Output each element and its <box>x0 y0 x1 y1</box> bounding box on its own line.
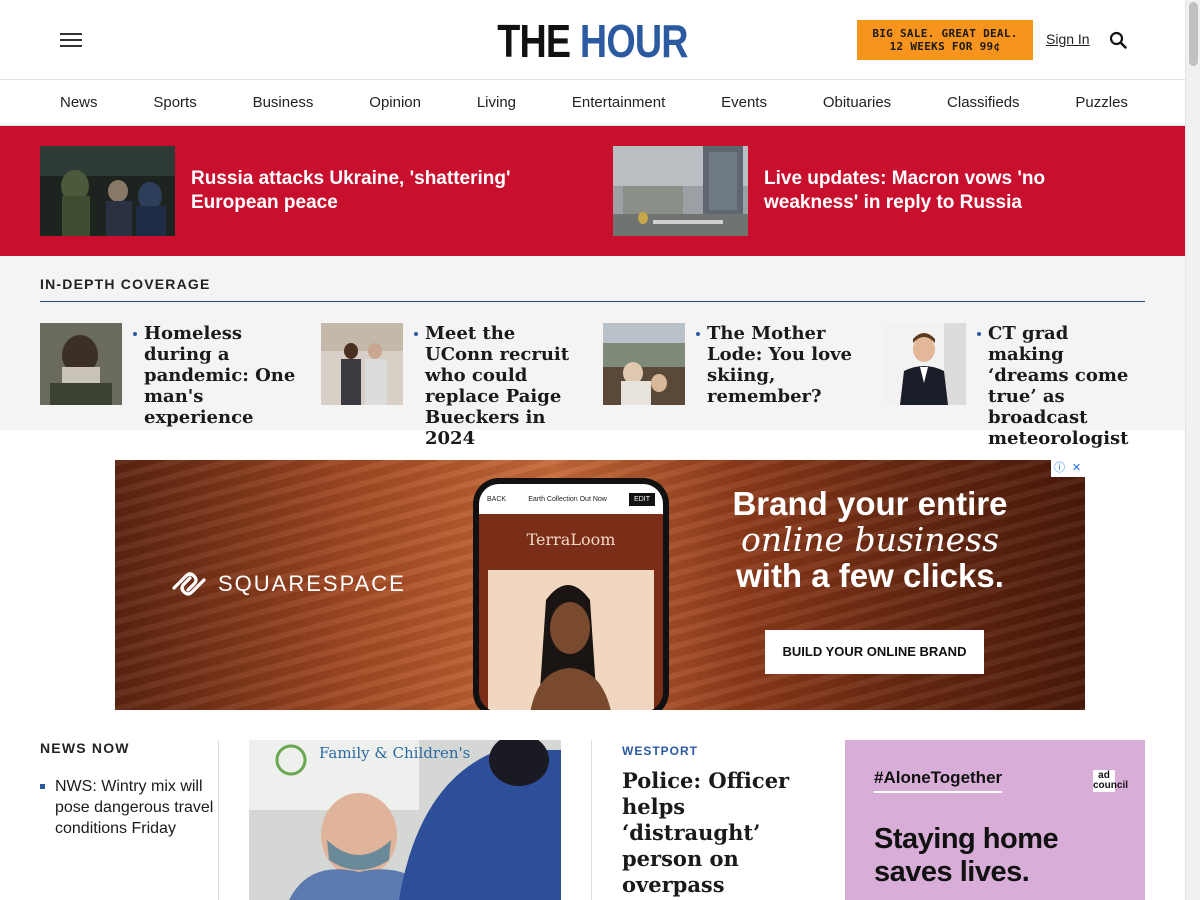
story-title[interactable]: Police: Officer helps ‘distraught’ perso… <box>622 768 822 898</box>
ad-cta-button[interactable]: BUILD YOUR ONLINE BRAND <box>765 630 984 674</box>
search-icon[interactable] <box>1109 31 1127 49</box>
breaking-story[interactable]: Live updates: Macron vows 'no weakness' … <box>613 146 1144 236</box>
lead-story-image[interactable]: Family & Children's <box>249 740 561 900</box>
phone-model-photo <box>488 570 654 710</box>
ad-headline: Brand your entire online business with a… <box>715 486 1025 594</box>
ad-choices[interactable]: ⓘ ✕ <box>1051 460 1085 477</box>
ad-brand-name: SQUARESPACE <box>218 571 406 596</box>
phone-site-name: TerraLoom <box>526 530 616 549</box>
nav-item-entertainment[interactable]: Entertainment <box>572 94 665 111</box>
sign-text: Family & Children's <box>319 744 470 762</box>
page: THE HOUR BIG SALE. GREAT DEAL. 12 WEEKS … <box>0 0 1185 900</box>
site-header: THE HOUR BIG SALE. GREAT DEAL. 12 WEEKS … <box>0 0 1185 80</box>
story-image <box>884 323 966 405</box>
ad-brand: SQUARESPACE <box>170 570 406 598</box>
nav-item-opinion[interactable]: Opinion <box>369 94 421 111</box>
ad-headline-line-2: online business <box>740 520 1000 559</box>
feature-story[interactable]: WESTPORT Police: Officer helps ‘distraug… <box>622 744 822 898</box>
column-divider <box>218 740 219 900</box>
nav-item-business[interactable]: Business <box>253 94 314 111</box>
nav-item-sports[interactable]: Sports <box>153 94 196 111</box>
nav-item-classifieds[interactable]: Classifieds <box>947 94 1020 111</box>
story-image <box>603 323 685 405</box>
ad-headline-line-1: Brand your entire <box>732 485 1008 522</box>
news-now-column: NEWS NOW NWS: Wintry mix will pose dange… <box>40 740 218 839</box>
ad-phone-mockup: BACK Earth Collection Out Now EDIT Terra… <box>473 478 669 710</box>
story-title: Meet the UConn recruit who could replace… <box>414 323 579 449</box>
story-image <box>321 323 403 405</box>
psa-hashtag: #AloneTogether <box>874 768 1003 793</box>
ad-headline-line-3: with a few clicks. <box>736 557 1004 594</box>
ad-council-psa[interactable]: #AloneTogether ad council Staying home s… <box>845 740 1145 900</box>
story-title: Homeless during a pandemic: One man's ex… <box>133 323 298 428</box>
section-divider <box>40 301 1145 302</box>
breaking-story-image <box>613 146 748 236</box>
ad-info-icon[interactable]: ⓘ <box>1051 460 1068 477</box>
breaking-story-title: Live updates: Macron vows 'no weakness' … <box>764 168 1046 213</box>
story-image <box>40 323 122 405</box>
breaking-news-band: Russia attacks Ukraine, 'shattering' Eur… <box>0 126 1185 256</box>
squarespace-ad[interactable]: SQUARESPACE BACK Earth Collection Out No… <box>115 460 1085 710</box>
breaking-story[interactable]: Russia attacks Ukraine, 'shattering' Eur… <box>40 146 571 236</box>
nav-item-living[interactable]: Living <box>477 94 516 111</box>
in-depth-story[interactable]: Meet the UConn recruit who could replace… <box>321 323 579 449</box>
ad-council-logo: ad council <box>1093 770 1129 792</box>
phone-caption: Earth Collection Out Now <box>528 495 607 503</box>
story-kicker[interactable]: WESTPORT <box>622 744 822 758</box>
story-title: The Mother Lode: You love skiing, rememb… <box>696 323 861 407</box>
main-nav: News Sports Business Opinion Living Ente… <box>0 80 1185 126</box>
psa-message-line-1: Staying home <box>874 823 1059 855</box>
in-depth-story[interactable]: The Mother Lode: You love skiing, rememb… <box>603 323 861 407</box>
nav-item-puzzles[interactable]: Puzzles <box>1075 94 1128 111</box>
phone-edit-label: EDIT <box>629 492 655 506</box>
nav-item-obituaries[interactable]: Obituaries <box>823 94 891 111</box>
lead-photo: Family & Children's <box>249 740 561 900</box>
subscribe-promo-button[interactable]: BIG SALE. GREAT DEAL. 12 WEEKS FOR 99¢ <box>857 20 1033 60</box>
promo-line-2: 12 WEEKS FOR 99¢ <box>889 40 1001 53</box>
column-divider <box>591 740 592 900</box>
sign-in-link[interactable]: Sign In <box>1046 31 1090 47</box>
menu-icon[interactable] <box>60 33 82 49</box>
vertical-scrollbar[interactable] <box>1185 0 1200 900</box>
psa-message-line-2: saves lives. <box>874 856 1030 888</box>
in-depth-section: IN-DEPTH COVERAGE Homeless during a pand… <box>0 256 1185 449</box>
in-depth-story[interactable]: CT grad making ‘dreams come true’ as bro… <box>884 323 1142 449</box>
scrollbar-thumb[interactable] <box>1189 2 1198 66</box>
squarespace-logo-icon <box>172 572 206 596</box>
breaking-story-title: Russia attacks Ukraine, 'shattering' Eur… <box>191 168 511 213</box>
breaking-story-image <box>40 146 175 236</box>
nav-item-news[interactable]: News <box>60 94 98 111</box>
news-now-item[interactable]: NWS: Wintry mix will pose dangerous trav… <box>40 776 218 839</box>
nav-item-events[interactable]: Events <box>721 94 767 111</box>
section-heading: NEWS NOW <box>40 740 130 756</box>
in-depth-story[interactable]: Homeless during a pandemic: One man's ex… <box>40 323 298 428</box>
phone-back-label: BACK <box>487 495 507 503</box>
logo-hour: HOUR <box>579 15 689 67</box>
ad-close-icon[interactable]: ✕ <box>1068 460 1085 477</box>
story-title: CT grad making ‘dreams come true’ as bro… <box>977 323 1142 449</box>
logo-the: THE <box>497 15 571 67</box>
section-heading: IN-DEPTH COVERAGE <box>40 276 211 292</box>
promo-line-1: BIG SALE. GREAT DEAL. <box>872 27 1018 40</box>
psa-message: Staying home saves lives. <box>874 823 1059 889</box>
